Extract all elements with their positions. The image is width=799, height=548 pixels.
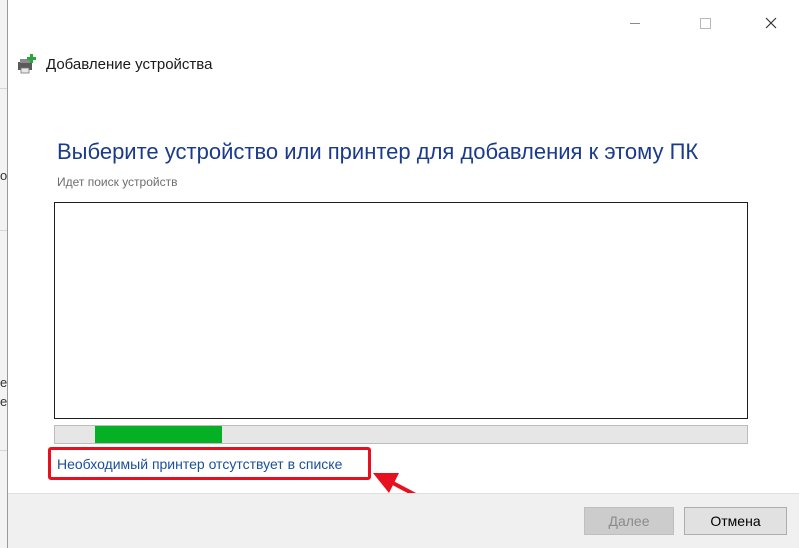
page-title: Выберите устройство или принтер для доба… xyxy=(57,139,699,164)
background-text-fragment: е xyxy=(0,375,7,390)
next-button[interactable]: Далее xyxy=(584,507,674,535)
cancel-button[interactable]: Отмена xyxy=(684,507,787,535)
background-divider xyxy=(0,88,7,89)
progress-indicator xyxy=(95,426,222,443)
window-title-bar: Добавление устройства xyxy=(16,52,212,76)
minimize-icon xyxy=(630,22,640,24)
window-title: Добавление устройства xyxy=(46,55,213,73)
background-divider xyxy=(0,450,7,451)
close-icon xyxy=(765,17,777,29)
maximize-button[interactable] xyxy=(682,8,728,38)
search-status-text: Идет поиск устройств xyxy=(57,175,178,189)
background-divider xyxy=(0,230,7,231)
background-text-fragment: е xyxy=(0,394,7,409)
background-window-edge: о е е xyxy=(0,0,7,548)
dialog-footer: Далее Отмена xyxy=(8,493,799,548)
search-progress-bar xyxy=(54,425,748,444)
background-text-fragment: о xyxy=(0,168,7,183)
maximize-icon xyxy=(699,17,711,29)
device-list[interactable] xyxy=(54,202,748,419)
missing-printer-link[interactable]: Необходимый принтер отсутствует в списке xyxy=(57,456,342,472)
minimize-button[interactable] xyxy=(612,8,658,38)
add-device-dialog: Добавление устройства Выберите устройств… xyxy=(7,0,799,548)
close-button[interactable] xyxy=(748,8,794,38)
printer-add-icon xyxy=(16,53,38,75)
highlight-box: Необходимый принтер отсутствует в списке xyxy=(48,447,371,480)
screen: о е е Добавление устройства Выберите уст… xyxy=(0,0,799,548)
